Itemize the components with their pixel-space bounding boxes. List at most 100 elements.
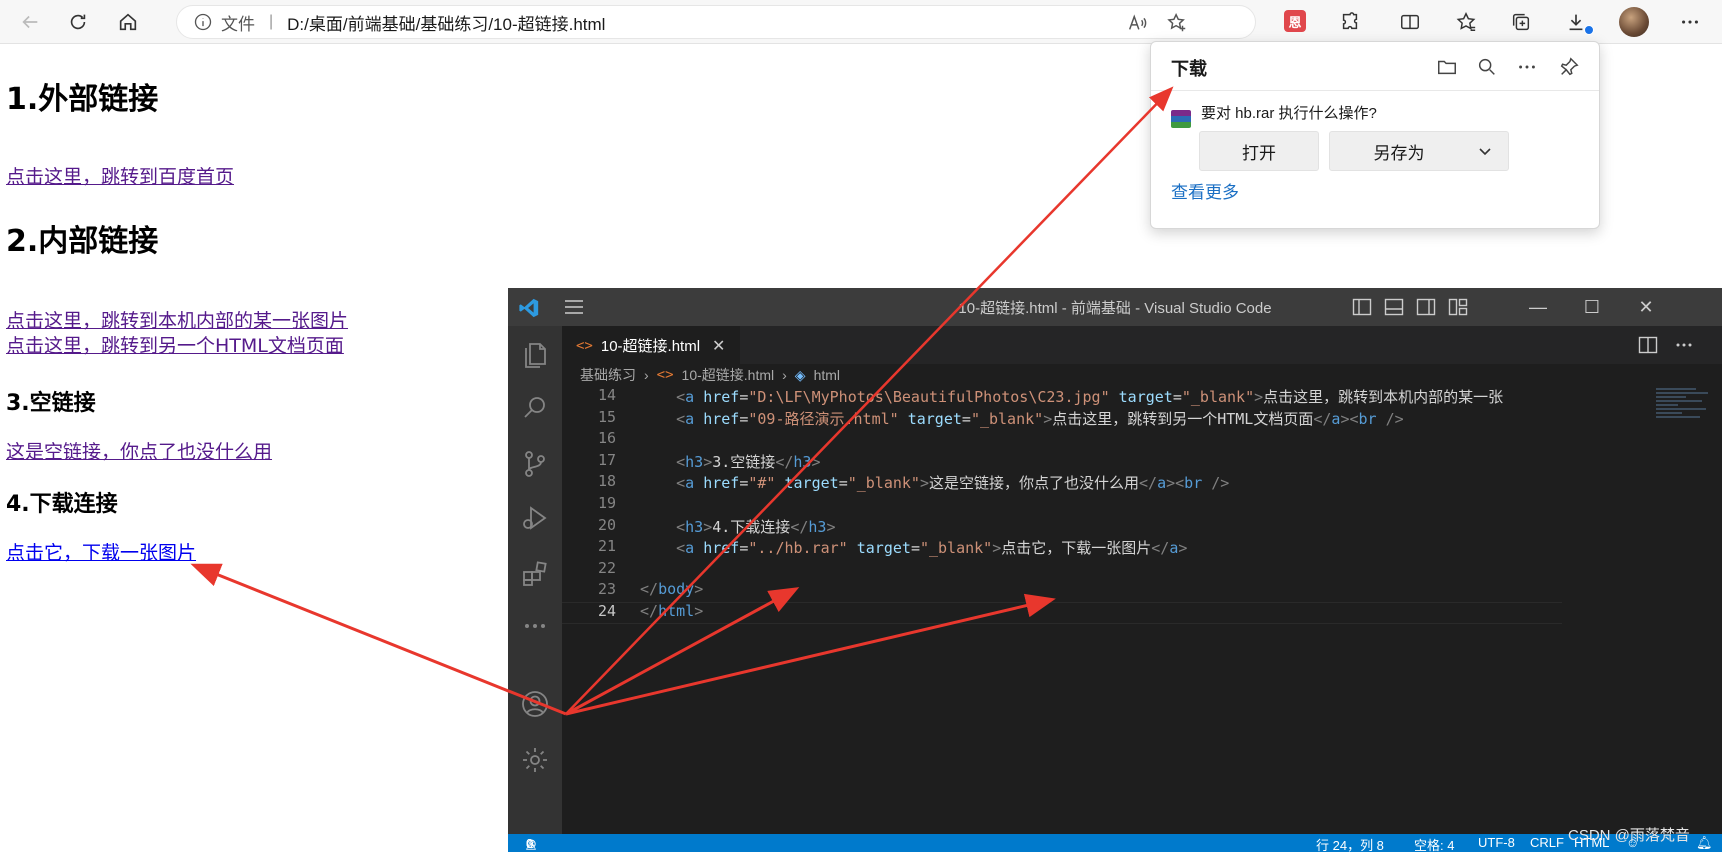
address-bar[interactable]: 文件 | D:/桌面/前端基础/基础练习/10-超链接.html <box>176 5 1256 39</box>
toggle-panel-icon[interactable] <box>1384 298 1404 316</box>
link-empty[interactable]: 这是空链接，你点了也没什么用 <box>6 437 272 464</box>
code-text: <a href="D:\LF\MyPhotos\BeautifulPhotos\… <box>676 388 1504 406</box>
download-popup: 下载 要对 hb.rar 执行什么操作? 打开 另存为 查看更多 <box>1150 41 1600 229</box>
open-folder-icon[interactable] <box>1435 55 1459 79</box>
line-number: 20 <box>597 515 616 534</box>
code-editor[interactable]: 14 <a href="D:\LF\MyPhotos\BeautifulPhot… <box>562 386 1722 834</box>
line-number: 14 <box>597 386 616 404</box>
code-line[interactable]: 16 <box>562 429 1562 451</box>
code-line[interactable]: 17 <h3>3.空链接</h3> <box>562 451 1562 473</box>
collections-button[interactable] <box>1505 6 1537 38</box>
link-download[interactable]: 点击它，下载一张图片 <box>6 538 196 565</box>
status-bar: ⊗ 0 △ 0 行 24，列 8 空格: 4 UTF-8 CRLF HTML ☺… <box>508 834 1722 852</box>
browser-toolbar: 文件 | D:/桌面/前端基础/基础练习/10-超链接.html 恩 <box>0 0 1722 44</box>
editor-more-icon[interactable] <box>1674 336 1694 354</box>
download-badge-icon <box>1584 25 1594 35</box>
heading-internal-links: 2.内部链接 <box>6 224 159 259</box>
info-icon[interactable] <box>193 12 213 32</box>
address-url[interactable]: D:/桌面/前端基础/基础练习/10-超链接.html <box>287 10 605 35</box>
run-debug-icon[interactable] <box>519 502 551 534</box>
code-line[interactable]: 23 </body> <box>562 580 1562 602</box>
code-text: <h3>4.下载连接</h3> <box>676 517 836 536</box>
arrow-left-icon <box>22 15 38 29</box>
refresh-icon <box>70 14 86 30</box>
search-icon[interactable] <box>519 392 551 424</box>
code-text: </html> <box>640 602 704 620</box>
line-number: 22 <box>597 558 616 577</box>
rar-file-icon <box>1171 110 1191 128</box>
code-line[interactable]: 15 <a href="09-路径演示.html" target="_blank… <box>562 408 1562 430</box>
indentation-status[interactable]: 空格: 4 <box>1414 835 1454 852</box>
explorer-icon[interactable] <box>519 338 551 370</box>
eol-status[interactable]: CRLF <box>1530 835 1564 850</box>
toggle-primary-sidebar-icon[interactable] <box>1352 298 1372 316</box>
manage-gear-icon[interactable] <box>519 744 551 776</box>
link-local-image[interactable]: 点击这里，跳转到本机内部的某一张图片 <box>6 306 348 333</box>
favorites-button[interactable] <box>1450 6 1482 38</box>
code-line[interactable]: 14 <a href="D:\LF\MyPhotos\BeautifulPhot… <box>562 386 1562 408</box>
editor-tabs: <> 10-超链接.html ✕ <box>562 326 1722 364</box>
minimize-button[interactable]: — <box>1526 295 1550 319</box>
code-line[interactable]: 20 <h3>4.下载连接</h3> <box>562 516 1562 538</box>
line-number: 17 <box>597 450 616 469</box>
code-text: <a href="#" target="_blank">这是空链接，你点了也没什… <box>676 474 1230 493</box>
settings-more-button[interactable] <box>1674 6 1706 38</box>
link-baidu[interactable]: 点击这里，跳转到百度首页 <box>6 162 234 189</box>
accounts-icon[interactable] <box>519 688 551 720</box>
customize-layout-icon[interactable] <box>1448 298 1468 316</box>
more-views-icon[interactable] <box>519 610 551 642</box>
extension-red-icon[interactable]: 恩 <box>1284 10 1306 32</box>
screenshot-root: 文件 | D:/桌面/前端基础/基础练习/10-超链接.html 恩 1.外部链… <box>0 0 1722 852</box>
open-file-button[interactable]: 打开 <box>1199 131 1319 171</box>
breadcrumb-folder[interactable]: 基础练习 <box>580 365 636 385</box>
favorite-add-icon[interactable] <box>1165 12 1189 34</box>
link-other-html[interactable]: 点击这里，跳转到另一个HTML文档页面 <box>6 331 344 358</box>
heading-external-links: 1.外部链接 <box>6 82 159 117</box>
breadcrumb-symbol[interactable]: html <box>814 367 840 383</box>
more-options-icon[interactable] <box>1515 55 1539 79</box>
line-number: 21 <box>597 537 616 556</box>
encoding-status[interactable]: UTF-8 <box>1478 835 1515 850</box>
extensions-icon[interactable] <box>519 558 551 590</box>
heading-download-link: 4.下载连接 <box>6 492 118 517</box>
close-window-button[interactable]: ✕ <box>1634 295 1658 319</box>
search-downloads-icon[interactable] <box>1475 55 1499 79</box>
refresh-button[interactable] <box>62 6 94 38</box>
minimap[interactable] <box>1652 386 1722 446</box>
code-line[interactable]: 24 </html> <box>562 602 1562 624</box>
tab-close-icon[interactable]: ✕ <box>712 336 725 356</box>
more-horizontal-icon <box>1682 20 1698 24</box>
split-editor-icon[interactable] <box>1638 336 1658 354</box>
extensions-button[interactable] <box>1334 6 1366 38</box>
split-screen-icon <box>1401 14 1419 30</box>
chevron-right-icon: › <box>644 367 649 383</box>
address-separator: | <box>269 13 274 30</box>
popup-divider <box>1151 90 1599 91</box>
chevron-down-icon[interactable] <box>1476 142 1494 160</box>
notifications-bell-icon[interactable]: 🔔︎ <box>1696 835 1713 851</box>
code-line[interactable]: 22 <box>562 559 1562 581</box>
code-line[interactable]: 19 <box>562 494 1562 516</box>
tab-10-hyperlink[interactable]: <> 10-超链接.html ✕ <box>562 326 740 364</box>
csdn-watermark: CSDN @雨落梵音 <box>1568 827 1690 844</box>
html-file-icon: <> <box>656 367 674 383</box>
read-aloud-icon[interactable] <box>1125 12 1149 34</box>
maximize-button[interactable]: ☐ <box>1580 295 1604 319</box>
source-control-icon[interactable] <box>519 448 551 480</box>
split-screen-button[interactable] <box>1394 6 1426 38</box>
back-button[interactable] <box>14 6 46 38</box>
home-button[interactable] <box>112 6 144 38</box>
line-number: 18 <box>597 472 616 491</box>
heading-empty-link: 3.空链接 <box>6 391 96 416</box>
toggle-secondary-sidebar-icon[interactable] <box>1416 298 1436 316</box>
see-more-link[interactable]: 查看更多 <box>1171 178 1239 203</box>
avatar[interactable] <box>1619 7 1649 37</box>
pin-icon[interactable] <box>1557 55 1581 79</box>
code-line[interactable]: 21 <a href="../hb.rar" target="_blank">点… <box>562 537 1562 559</box>
code-line[interactable]: 18 <a href="#" target="_blank">这是空链接，你点了… <box>562 472 1562 494</box>
line-number: 15 <box>597 407 616 426</box>
save-as-button[interactable]: 另存为 <box>1329 131 1509 171</box>
download-popup-title: 下载 <box>1171 59 1207 79</box>
breadcrumb-file[interactable]: 10-超链接.html <box>682 365 775 385</box>
cursor-position[interactable]: 行 24，列 8 <box>1316 835 1384 852</box>
